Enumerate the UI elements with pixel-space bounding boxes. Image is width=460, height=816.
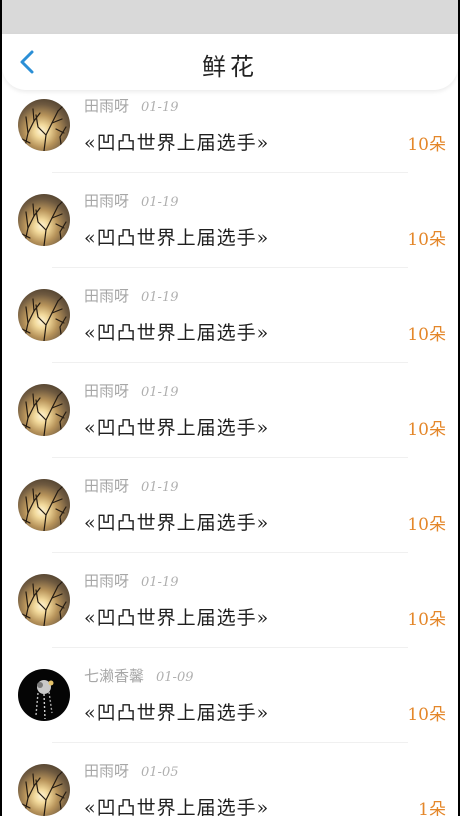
flower-count: 10朵	[407, 515, 446, 535]
sender-name: 七濑香馨 01-09	[84, 666, 194, 688]
gift-record-row[interactable]: 田雨呀 01-19 «凹凸世界上届选手» 10朵	[2, 90, 458, 185]
gift-record-row[interactable]: 田雨呀 01-19 «凹凸世界上届选手» 10朵	[2, 375, 458, 470]
row-divider	[52, 742, 408, 743]
flower-gift-screen: 鲜花 田雨呀 01-19 «凹凸世界上届选手» 10朵 田雨呀 01-19 «凹…	[2, 0, 458, 816]
sender-name: 田雨呀 01-05	[84, 761, 179, 783]
gift-title: «凹凸世界上届选手»	[84, 132, 270, 154]
gift-title: «凹凸世界上届选手»	[84, 607, 270, 629]
sender-name-text: 田雨呀	[84, 477, 130, 495]
gift-date: 01-19	[141, 195, 179, 210]
sender-name: 田雨呀 01-19	[84, 96, 179, 118]
avatar[interactable]	[18, 99, 70, 151]
sender-name: 田雨呀 01-19	[84, 191, 179, 213]
row-divider	[52, 172, 408, 173]
nav-bar: 鲜花	[2, 34, 458, 90]
status-bar	[2, 0, 458, 34]
gift-record-row[interactable]: 田雨呀 01-19 «凹凸世界上届选手» 10朵	[2, 470, 458, 565]
gift-title: «凹凸世界上届选手»	[84, 322, 270, 344]
gift-date: 01-05	[141, 765, 179, 780]
gift-record-list[interactable]: 田雨呀 01-19 «凹凸世界上届选手» 10朵 田雨呀 01-19 «凹凸世界…	[2, 90, 458, 816]
sender-name-text: 田雨呀	[84, 192, 130, 210]
flower-count: 10朵	[407, 230, 446, 250]
row-divider	[52, 457, 408, 458]
sender-name: 田雨呀 01-19	[84, 571, 179, 593]
gift-record-row[interactable]: 田雨呀 01-19 «凹凸世界上届选手» 10朵	[2, 565, 458, 660]
sender-name-text: 田雨呀	[84, 572, 130, 590]
gift-date: 01-19	[141, 385, 179, 400]
gift-record-row[interactable]: 田雨呀 01-19 «凹凸世界上届选手» 10朵	[2, 280, 458, 375]
gift-date: 01-19	[141, 575, 179, 590]
gift-date: 01-09	[156, 670, 194, 685]
avatar[interactable]	[18, 194, 70, 246]
gift-title: «凹凸世界上届选手»	[84, 797, 270, 816]
sender-name: 田雨呀 01-19	[84, 286, 179, 308]
avatar[interactable]	[18, 289, 70, 341]
gift-date: 01-19	[141, 290, 179, 305]
gift-record-row[interactable]: 田雨呀 01-05 «凹凸世界上届选手» 1朵	[2, 755, 458, 816]
gift-title: «凹凸世界上届选手»	[84, 702, 270, 724]
avatar[interactable]	[18, 479, 70, 531]
sender-name-text: 田雨呀	[84, 382, 130, 400]
sender-name: 田雨呀 01-19	[84, 381, 179, 403]
avatar[interactable]	[18, 384, 70, 436]
row-divider	[52, 362, 408, 363]
gift-date: 01-19	[141, 480, 179, 495]
flower-count: 10朵	[407, 610, 446, 630]
gift-date: 01-19	[141, 100, 179, 115]
flower-count: 10朵	[407, 705, 446, 725]
avatar[interactable]	[18, 669, 70, 721]
row-divider	[52, 267, 408, 268]
sender-name-text: 田雨呀	[84, 97, 130, 115]
avatar[interactable]	[18, 574, 70, 626]
sender-name-text: 田雨呀	[84, 762, 130, 780]
gift-record-row[interactable]: 七濑香馨 01-09 «凹凸世界上届选手» 10朵	[2, 660, 458, 755]
flower-count: 10朵	[407, 420, 446, 440]
flower-count: 10朵	[407, 135, 446, 155]
flower-count: 1朵	[418, 800, 446, 816]
sender-name-text: 田雨呀	[84, 287, 130, 305]
gift-title: «凹凸世界上届选手»	[84, 417, 270, 439]
chevron-left-icon	[20, 50, 34, 74]
sender-name: 田雨呀 01-19	[84, 476, 179, 498]
row-divider	[52, 552, 408, 553]
gift-title: «凹凸世界上届选手»	[84, 512, 270, 534]
flower-count: 10朵	[407, 325, 446, 345]
row-divider	[52, 647, 408, 648]
gift-title: «凹凸世界上届选手»	[84, 227, 270, 249]
back-button[interactable]	[12, 46, 44, 78]
sender-name-text: 七濑香馨	[84, 667, 145, 685]
page-title: 鲜花	[202, 53, 258, 81]
gift-record-row[interactable]: 田雨呀 01-19 «凹凸世界上届选手» 10朵	[2, 185, 458, 280]
avatar[interactable]	[18, 764, 70, 816]
